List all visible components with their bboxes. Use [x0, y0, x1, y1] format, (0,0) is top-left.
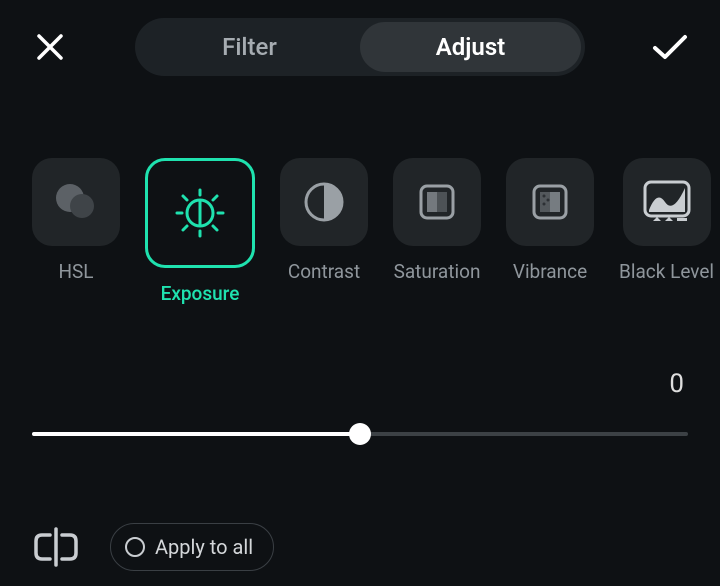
apply-to-all-label: Apply to all: [155, 535, 253, 559]
tool-hsl[interactable]: HSL: [32, 158, 120, 283]
hsl-icon: [50, 176, 102, 228]
tab-group: Filter Adjust: [135, 18, 585, 76]
tool-black-level-box: [623, 158, 711, 246]
tool-exposure-box: [145, 158, 255, 268]
circle-icon: [125, 537, 145, 557]
vibrance-icon: [528, 180, 572, 224]
adjust-tools-row: HSL Exposure Contrast: [0, 158, 720, 305]
tool-black-level-label: Black Level: [619, 260, 714, 283]
tab-filter[interactable]: Filter: [139, 22, 360, 72]
slider-value: 0: [32, 369, 688, 399]
tool-hsl-label: HSL: [58, 260, 93, 283]
slider-track-empty: [360, 432, 688, 436]
close-icon: [35, 32, 65, 62]
saturation-icon: [415, 180, 459, 224]
compare-icon: [32, 527, 80, 567]
tool-vibrance[interactable]: Vibrance: [506, 158, 594, 283]
exposure-icon: [171, 184, 229, 242]
checkmark-icon: [651, 32, 689, 62]
slider-track-filled: [32, 432, 360, 436]
tool-exposure[interactable]: Exposure: [145, 158, 255, 305]
tool-exposure-label: Exposure: [161, 282, 240, 305]
slider-thumb[interactable]: [349, 423, 371, 445]
tool-hsl-box: [32, 158, 120, 246]
tool-saturation-label: Saturation: [394, 260, 481, 283]
slider-area: 0: [0, 369, 720, 445]
tool-vibrance-box: [506, 158, 594, 246]
close-button[interactable]: [28, 25, 72, 69]
tool-contrast-box: [280, 158, 368, 246]
tab-adjust[interactable]: Adjust: [360, 22, 581, 72]
tool-saturation-box: [393, 158, 481, 246]
tool-saturation[interactable]: Saturation: [393, 158, 481, 283]
contrast-icon: [302, 180, 346, 224]
black-level-icon: [641, 180, 693, 224]
exposure-slider[interactable]: [32, 423, 688, 445]
apply-to-all-button[interactable]: Apply to all: [110, 523, 274, 571]
tool-vibrance-label: Vibrance: [513, 260, 587, 283]
tool-contrast-label: Contrast: [288, 260, 360, 283]
tool-black-level[interactable]: Black Level: [619, 158, 714, 283]
compare-button[interactable]: [32, 526, 80, 568]
confirm-button[interactable]: [648, 25, 692, 69]
tool-contrast[interactable]: Contrast: [280, 158, 368, 283]
